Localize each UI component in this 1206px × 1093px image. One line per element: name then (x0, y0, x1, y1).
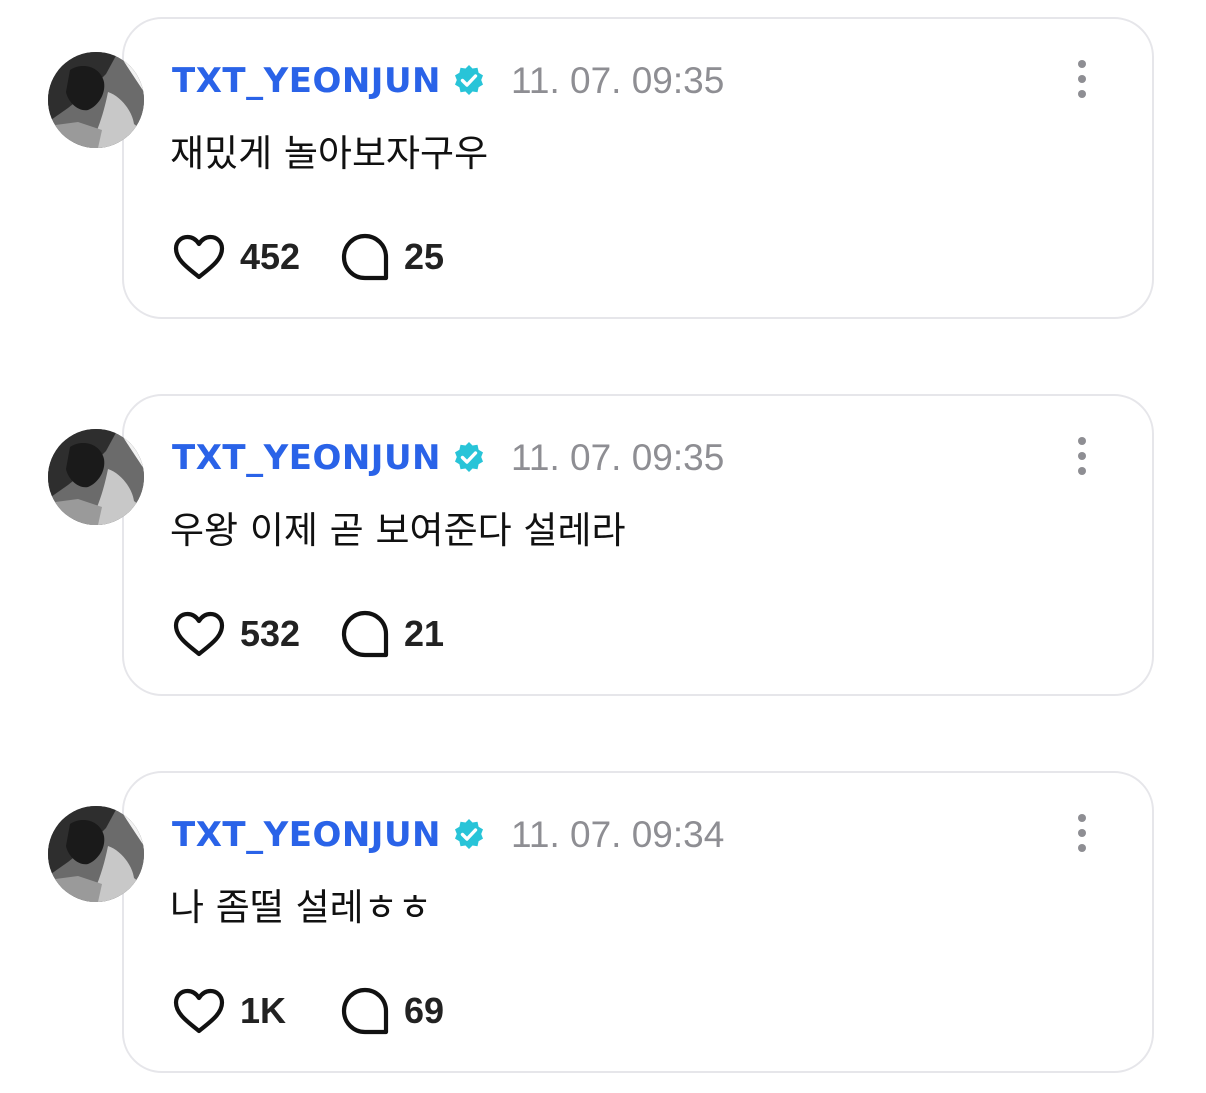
verified-badge-icon (451, 817, 487, 853)
username[interactable]: TXT_YEONJUN (172, 815, 441, 855)
post-text: 재밌게 놀아보자구우 (170, 132, 489, 175)
like-button[interactable]: 1K (172, 987, 302, 1035)
post-item: TXT_YEONJUN 11. 07. 09:35 재밌게 놀아보자구우 452… (0, 0, 1206, 319)
comment-count: 25 (404, 236, 445, 277)
post-card[interactable]: TXT_YEONJUN 11. 07. 09:35 재밌게 놀아보자구우 452… (122, 17, 1154, 319)
username[interactable]: TXT_YEONJUN (172, 438, 441, 478)
post-actions: 532 21 (172, 606, 466, 662)
like-count: 532 (240, 613, 301, 654)
more-options-icon[interactable] (1070, 813, 1094, 853)
heart-icon (172, 987, 226, 1035)
heart-icon (172, 233, 226, 281)
avatar[interactable] (48, 52, 144, 148)
like-button[interactable]: 532 (172, 610, 302, 658)
comment-button[interactable]: 25 (340, 232, 466, 282)
post-header: TXT_YEONJUN 11. 07. 09:34 (172, 811, 724, 859)
post-item: TXT_YEONJUN 11. 07. 09:35 우왕 이제 곧 보여준다 설… (0, 377, 1206, 696)
comment-bubble-icon (340, 986, 390, 1036)
like-count: 452 (240, 236, 301, 277)
comment-bubble-icon (340, 609, 390, 659)
username[interactable]: TXT_YEONJUN (172, 61, 441, 101)
post-text: 우왕 이제 곧 보여준다 설레라 (170, 509, 626, 552)
post-card[interactable]: TXT_YEONJUN 11. 07. 09:35 우왕 이제 곧 보여준다 설… (122, 394, 1154, 696)
comment-count: 21 (404, 613, 445, 654)
heart-icon (172, 610, 226, 658)
comment-bubble-icon (340, 232, 390, 282)
like-count: 1K (240, 990, 287, 1031)
post-timestamp: 11. 07. 09:35 (511, 437, 725, 478)
post-header: TXT_YEONJUN 11. 07. 09:35 (172, 434, 724, 482)
comment-count: 69 (404, 990, 445, 1031)
post-header: TXT_YEONJUN 11. 07. 09:35 (172, 57, 724, 105)
post-actions: 1K 69 (172, 983, 466, 1039)
verified-badge-icon (451, 440, 487, 476)
post-card[interactable]: TXT_YEONJUN 11. 07. 09:34 나 좀떨 설레ㅎㅎ 1K 6… (122, 771, 1154, 1073)
post-timestamp: 11. 07. 09:34 (511, 814, 725, 855)
post-item: TXT_YEONJUN 11. 07. 09:34 나 좀떨 설레ㅎㅎ 1K 6… (0, 754, 1206, 1073)
more-options-icon[interactable] (1070, 436, 1094, 476)
avatar[interactable] (48, 429, 144, 525)
verified-badge-icon (451, 63, 487, 99)
post-text: 나 좀떨 설레ㅎㅎ (170, 886, 432, 929)
post-actions: 452 25 (172, 229, 466, 285)
avatar[interactable] (48, 806, 144, 902)
like-button[interactable]: 452 (172, 233, 302, 281)
comment-button[interactable]: 69 (340, 986, 466, 1036)
post-timestamp: 11. 07. 09:35 (511, 60, 725, 101)
comment-button[interactable]: 21 (340, 609, 466, 659)
more-options-icon[interactable] (1070, 59, 1094, 99)
